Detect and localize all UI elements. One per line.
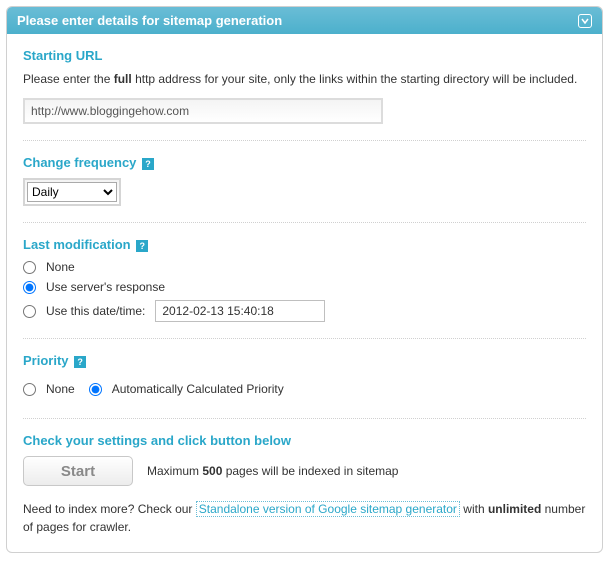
last-modification-title: Last modification ? [23,237,586,252]
footer-bold: unlimited [488,502,541,516]
divider [23,338,586,339]
footer-note: Need to index more? Check our Standalone… [23,500,586,536]
priority-options: None Automatically Calculated Priority [23,376,586,402]
lastmod-radio-none[interactable] [23,261,36,274]
lastmod-option-date: Use this date/time: [23,300,586,322]
max-bold: 500 [202,464,222,478]
lastmod-option-server: Use server's response [23,280,586,294]
sitemap-panel: Please enter details for sitemap generat… [6,6,603,553]
priority-option-auto: Automatically Calculated Priority [89,382,284,396]
lastmod-option-none: None [23,260,586,274]
panel-body: Starting URL Please enter the full http … [7,34,602,552]
priority-title: Priority ? [23,353,586,368]
intro-pre: Please enter the [23,72,114,86]
intro-bold: full [114,72,132,86]
help-icon[interactable]: ? [136,240,148,252]
max-pre: Maximum [147,464,202,478]
start-button[interactable]: Start [23,456,133,486]
change-frequency-select-wrap: Daily [23,178,121,206]
change-frequency-title: Change frequency ? [23,155,586,170]
divider [23,222,586,223]
change-frequency-select[interactable]: Daily [27,182,117,202]
priority-radio-none[interactable] [23,383,36,396]
priority-radio-auto[interactable] [89,383,102,396]
priority-label: Priority [23,353,69,368]
starting-url-intro: Please enter the full http address for y… [23,71,586,88]
panel-title: Please enter details for sitemap generat… [17,13,282,28]
help-icon[interactable]: ? [142,158,154,170]
divider [23,418,586,419]
start-row: Start Maximum 500 pages will be indexed … [23,456,586,486]
submit-title: Check your settings and click button bel… [23,433,586,448]
last-modification-label: Last modification [23,237,131,252]
intro-post: http address for your site, only the lin… [132,72,578,86]
divider [23,140,586,141]
lastmod-label-server: Use server's response [46,280,165,294]
max-post: pages will be indexed in sitemap [222,464,398,478]
collapse-icon[interactable] [578,14,592,28]
lastmod-radio-date[interactable] [23,305,36,318]
priority-label-auto: Automatically Calculated Priority [112,382,284,396]
footer-pre: Need to index more? Check our [23,502,196,516]
lastmod-date-input[interactable] [155,300,325,322]
panel-header: Please enter details for sitemap generat… [7,7,602,34]
starting-url-input[interactable] [23,98,383,124]
help-icon[interactable]: ? [74,356,86,368]
footer-mid: with [460,502,488,516]
lastmod-label-none: None [46,260,75,274]
priority-option-none: None [23,382,75,396]
starting-url-title: Starting URL [23,48,586,63]
priority-label-none: None [46,382,75,396]
lastmod-radio-server[interactable] [23,281,36,294]
change-frequency-label: Change frequency [23,155,136,170]
lastmod-label-date: Use this date/time: [46,304,145,318]
max-pages-note: Maximum 500 pages will be indexed in sit… [147,462,398,480]
standalone-link[interactable]: Standalone version of Google sitemap gen… [196,501,460,517]
